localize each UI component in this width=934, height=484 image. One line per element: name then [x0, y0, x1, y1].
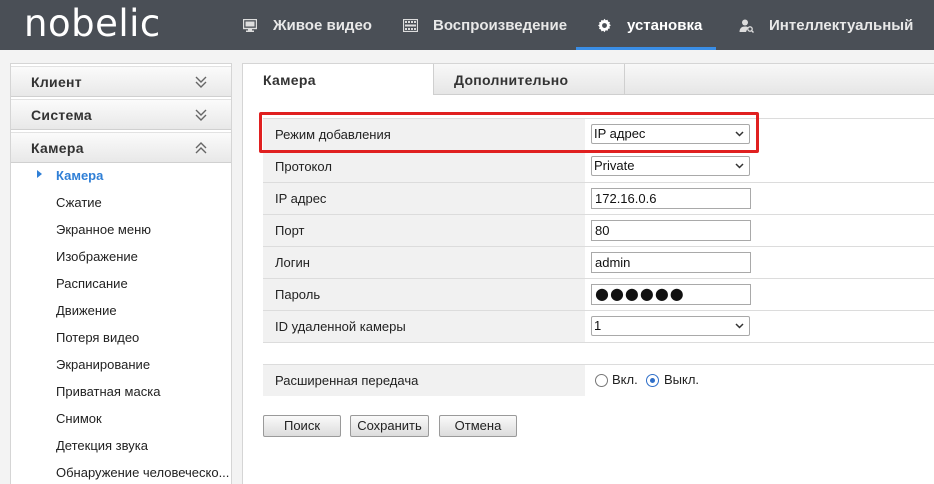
add-mode-cell: IP адрес	[585, 119, 934, 150]
extended-transmission-label: Расширенная передача	[263, 365, 585, 396]
add-mode-select[interactable]: IP адрес	[591, 124, 750, 144]
main-panel: Камера Дополнительно Режим добавления IP…	[242, 63, 934, 484]
sidebar-section-label: Клиент	[31, 74, 82, 90]
remote-camera-id-cell: 1	[585, 311, 934, 342]
protocol-label: Протокол	[263, 151, 585, 182]
double-chevron-down-icon	[195, 109, 207, 121]
sidebar-item-image[interactable]: Изображение	[56, 249, 138, 264]
password-label: Пароль	[263, 279, 585, 310]
nav-intelligent[interactable]: Интеллектуальный	[738, 0, 913, 50]
top-navigation-bar: nobelic Живое видео Воспроизведение уста…	[0, 0, 934, 50]
port-cell: 80	[585, 215, 934, 246]
row-remote-camera-id: ID удаленной камеры 1	[263, 311, 934, 343]
sidebar-item-privacy-mask[interactable]: Приватная маска	[56, 384, 160, 399]
nav-setup-label: установка	[627, 16, 703, 34]
nav-intelligent-label: Интеллектуальный	[769, 16, 914, 34]
extended-off-radio[interactable]	[646, 374, 659, 387]
remote-camera-id-select-value: 1	[594, 318, 602, 333]
tab-bar-filler	[625, 64, 934, 95]
protocol-select[interactable]: Private	[591, 156, 750, 176]
sidebar: Клиент Система Камера Камера Сжатие Экра…	[10, 63, 232, 484]
ip-address-input[interactable]: 172.16.0.6	[591, 188, 751, 209]
add-mode-label: Режим добавления	[263, 119, 585, 150]
tab-advanced[interactable]: Дополнительно	[433, 64, 625, 95]
sidebar-section-label: Система	[31, 107, 93, 123]
protocol-select-value: Private	[594, 158, 635, 173]
row-protocol: Протокол Private	[263, 151, 934, 183]
active-item-arrow-icon	[37, 170, 42, 178]
extended-off-label: Выкл.	[664, 372, 700, 387]
row-add-mode: Режим добавления IP адрес	[263, 118, 934, 150]
row-extended-transmission: Расширенная передача Вкл. Выкл.	[263, 364, 934, 396]
sidebar-section-camera[interactable]: Камера	[11, 132, 231, 163]
cancel-button[interactable]: Отмена	[439, 415, 517, 437]
row-login: Логин admin	[263, 247, 934, 279]
extended-on-label: Вкл.	[612, 372, 638, 387]
sidebar-section-system[interactable]: Система	[11, 99, 231, 130]
row-port: Порт 80	[263, 215, 934, 247]
row-password: Пароль ●●●●●●	[263, 279, 934, 311]
remote-camera-id-select[interactable]: 1	[591, 316, 750, 336]
password-input[interactable]: ●●●●●●	[591, 284, 751, 305]
search-button[interactable]: Поиск	[263, 415, 341, 437]
sidebar-item-compression[interactable]: Сжатие	[56, 195, 102, 210]
row-ip-address: IP адрес 172.16.0.6	[263, 183, 934, 215]
chevron-down-icon	[735, 323, 744, 329]
nav-playback[interactable]: Воспроизведение	[402, 0, 567, 50]
monitor-icon	[242, 17, 258, 33]
extended-on-radio[interactable]	[595, 374, 608, 387]
chevron-down-icon	[735, 163, 744, 169]
port-input[interactable]: 80	[591, 220, 751, 241]
sidebar-item-human-detection[interactable]: Обнаружение человеческо...	[56, 465, 229, 480]
sidebar-item-snapshot[interactable]: Снимок	[56, 411, 102, 426]
gear-icon	[596, 17, 612, 33]
save-button[interactable]: Сохранить	[350, 415, 429, 437]
nav-playback-label: Воспроизведение	[433, 16, 568, 34]
remote-camera-id-label: ID удаленной камеры	[263, 311, 585, 342]
login-label: Логин	[263, 247, 585, 278]
sidebar-item-video-loss[interactable]: Потеря видео	[56, 330, 139, 345]
sidebar-item-osd[interactable]: Экранное меню	[56, 222, 151, 237]
nav-setup[interactable]: установка	[576, 0, 717, 50]
sidebar-section-label: Камера	[31, 140, 84, 156]
ip-address-label: IP адрес	[263, 183, 585, 214]
chevron-down-icon	[735, 131, 744, 137]
ip-address-cell: 172.16.0.6	[585, 183, 934, 214]
double-chevron-up-icon	[195, 142, 207, 154]
logo: nobelic	[24, 2, 161, 45]
sidebar-item-schedule[interactable]: Расписание	[56, 276, 128, 291]
nav-live-video-label: Живое видео	[273, 16, 372, 34]
sidebar-item-motion[interactable]: Движение	[56, 303, 117, 318]
sidebar-item-camera[interactable]: Камера	[56, 168, 103, 183]
tab-camera[interactable]: Камера	[243, 64, 433, 95]
add-mode-select-value: IP адрес	[594, 126, 646, 141]
person-search-icon	[738, 17, 754, 33]
login-cell: admin	[585, 247, 934, 278]
sidebar-item-audio-detection[interactable]: Детекция звука	[56, 438, 148, 453]
password-cell: ●●●●●●	[585, 279, 934, 310]
login-input[interactable]: admin	[591, 252, 751, 273]
sidebar-section-client[interactable]: Клиент	[11, 66, 231, 97]
port-label: Порт	[263, 215, 585, 246]
extended-transmission-cell: Вкл. Выкл.	[585, 365, 934, 396]
film-icon	[402, 17, 418, 33]
protocol-cell: Private	[585, 151, 934, 182]
sidebar-item-tampering[interactable]: Экранирование	[56, 357, 150, 372]
nav-live-video[interactable]: Живое видео	[242, 0, 372, 50]
double-chevron-down-icon	[195, 76, 207, 88]
